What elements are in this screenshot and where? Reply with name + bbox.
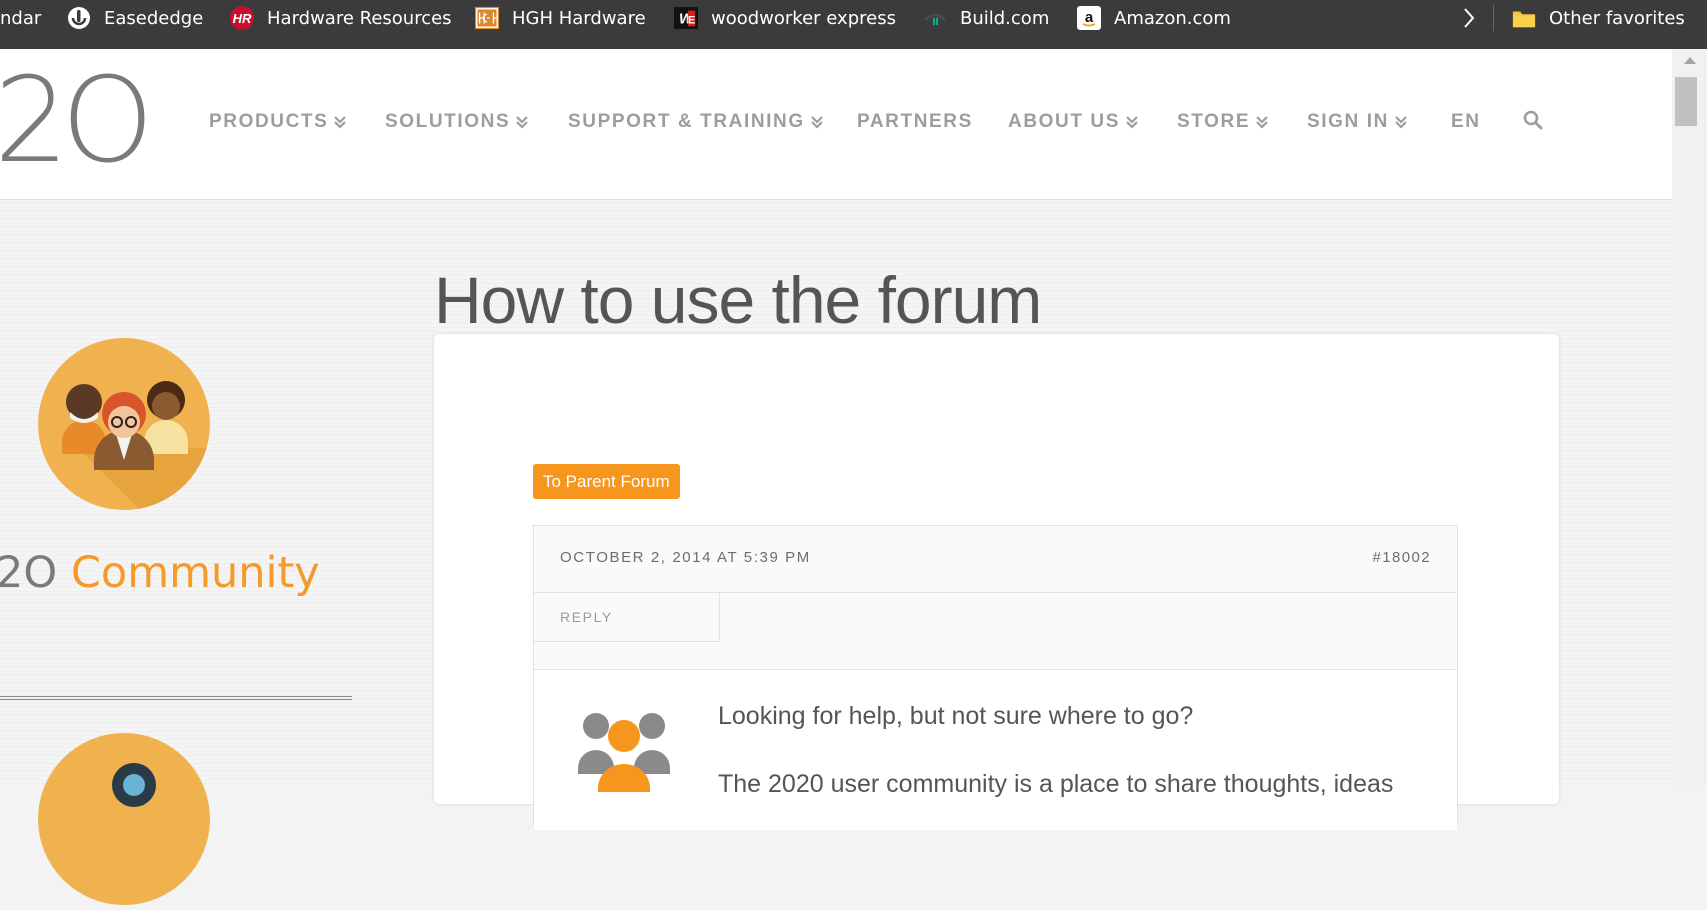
nav-solutions[interactable]: SOLUTIONS: [385, 111, 529, 133]
sidebar-divider: [0, 696, 352, 700]
bookmarks-bar: ndar Easededge HR Hardware Resources HGH…: [0, 0, 1707, 49]
bookmark-hardware-resources[interactable]: HR Hardware Resources: [230, 0, 452, 36]
nav-language[interactable]: EN: [1451, 111, 1481, 133]
double-chevron-down-icon: [810, 115, 823, 129]
double-chevron-down-icon: [1256, 115, 1268, 129]
nav-about-us[interactable]: ABOUT US: [1008, 111, 1138, 133]
reply-box: REPLY: [534, 592, 720, 642]
bookmark-label: Amazon.com: [1114, 7, 1231, 29]
nav-products[interactable]: PRODUCTS: [209, 111, 347, 133]
nav-sign-in[interactable]: SIGN IN: [1307, 111, 1407, 133]
nav-store[interactable]: STORE: [1177, 111, 1268, 133]
nav-label: ABOUT US: [1008, 111, 1121, 132]
post-heading: Looking for help, but not sure where to …: [718, 702, 1194, 730]
bookmarks-separator: [1493, 5, 1494, 31]
folder-icon: [1512, 6, 1536, 30]
nav-label: STORE: [1177, 111, 1251, 132]
bookmark-hgh-hardware[interactable]: HGH Hardware: [475, 0, 646, 36]
nav-label: SOLUTIONS: [385, 111, 511, 132]
bookmark-label: HGH Hardware: [512, 7, 646, 29]
we-logo-icon: WE: [674, 6, 698, 30]
bookmark-label: Easededge: [104, 7, 204, 29]
other-favorites-label: Other favorites: [1549, 7, 1685, 29]
hgh-logo-icon: [475, 6, 499, 30]
community-title[interactable]: 2O Community: [0, 548, 320, 598]
nav-label: EN: [1451, 111, 1481, 132]
site-logo[interactable]: 2O: [0, 61, 154, 179]
chevron-right-icon: [1457, 6, 1481, 30]
post-header: OCTOBER 2, 2014 AT 5:39 PM #18002: [534, 526, 1457, 593]
double-chevron-down-icon: [334, 115, 347, 129]
nav-support-training[interactable]: SUPPORT & TRAINING: [568, 111, 823, 133]
bookmark-easededge[interactable]: Easededge: [67, 0, 203, 36]
easededge-logo-icon: [67, 6, 91, 30]
bookmark-label: Build.com: [960, 7, 1050, 29]
community-label: Community: [70, 548, 320, 598]
bookmark-label: Hardware Resources: [267, 7, 452, 29]
other-favorites-folder[interactable]: Other favorites: [1512, 0, 1685, 36]
build-logo-icon: [923, 6, 947, 30]
svg-text:E: E: [688, 15, 695, 27]
search-icon: [1523, 110, 1543, 136]
page-title: How to use the forum: [434, 263, 1042, 337]
scroll-thumb[interactable]: [1675, 77, 1697, 126]
forum-card: To Parent Forum OCTOBER 2, 2014 AT 5:39 …: [434, 334, 1559, 830]
double-chevron-down-icon: [1126, 115, 1138, 129]
scroll-up-arrow-icon[interactable]: [1684, 57, 1696, 64]
svg-text:a: a: [1085, 9, 1094, 26]
author-avatar: [564, 696, 684, 796]
bookmark-label: ndar: [0, 7, 42, 29]
search-button[interactable]: [1523, 110, 1543, 136]
svg-text:HR: HR: [233, 11, 252, 26]
post-permalink[interactable]: #18002: [1373, 549, 1431, 566]
bookmark-label: woodworker express: [711, 7, 896, 29]
reply-link[interactable]: REPLY: [560, 609, 613, 625]
bookmark-amazon[interactable]: a Amazon.com: [1077, 0, 1231, 36]
double-chevron-down-icon: [1395, 115, 1407, 129]
community-group-avatar: [38, 338, 210, 510]
amazon-logo-icon: a: [1077, 6, 1101, 30]
nav-partners[interactable]: PARTNERS: [857, 111, 973, 133]
nav-label: SIGN IN: [1307, 111, 1389, 132]
sidebar-widget-avatar: [38, 733, 210, 905]
bookmark-woodworker-express[interactable]: WE woodworker express: [674, 0, 896, 36]
post-body: Looking for help, but not sure where to …: [534, 670, 1457, 830]
post-date: OCTOBER 2, 2014 AT 5:39 PM: [560, 549, 811, 566]
bookmark-partial[interactable]: ndar: [0, 0, 41, 36]
forum-post: OCTOBER 2, 2014 AT 5:39 PM #18002 REPLY: [533, 525, 1458, 830]
double-chevron-down-icon: [516, 115, 529, 129]
hr-logo-icon: HR: [230, 6, 254, 30]
nav-label: PARTNERS: [857, 111, 973, 132]
bookmarks-overflow-button[interactable]: [1457, 0, 1481, 36]
bookmark-build[interactable]: Build.com: [923, 0, 1049, 36]
community-prefix: 2O: [0, 548, 58, 598]
site-header: 2O PRODUCTS SOLUTIONS SUPPORT & TRAINING…: [0, 49, 1672, 200]
nav-label: PRODUCTS: [209, 111, 329, 132]
page-content: 2O Community How to use the forum To Par…: [0, 200, 1672, 905]
nav-label: SUPPORT & TRAINING: [568, 111, 805, 132]
page-scrollbar[interactable]: [1672, 49, 1707, 785]
to-parent-forum-button[interactable]: To Parent Forum: [533, 464, 680, 499]
